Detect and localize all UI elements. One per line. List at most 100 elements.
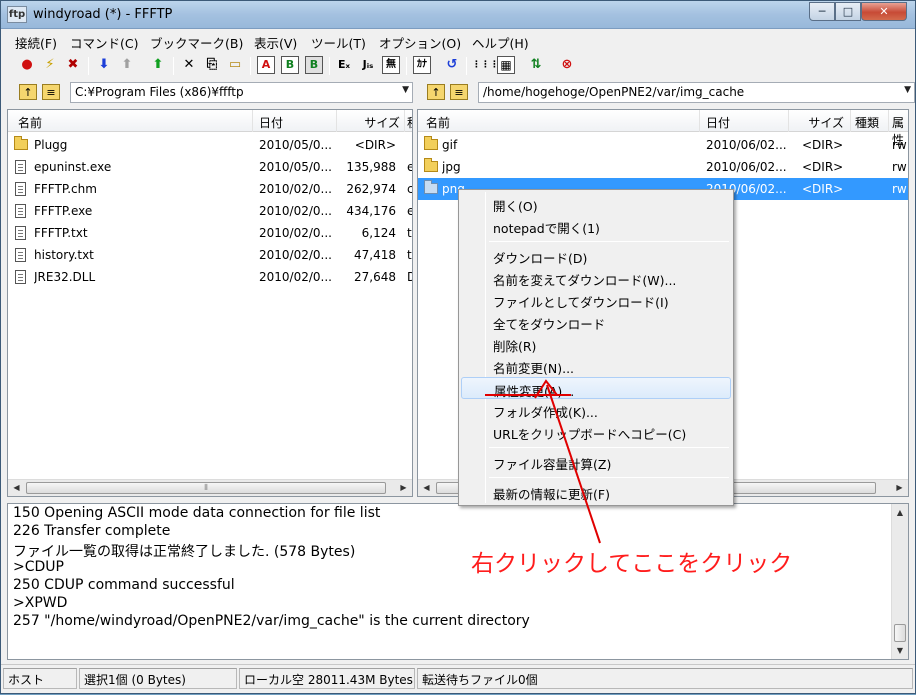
- col-type[interactable]: 種: [407, 114, 412, 131]
- menu-command[interactable]: コマンド(C): [70, 33, 138, 52]
- remote-path-text: /home/hogehoge/OpenPNE2/var/img_cache: [483, 85, 745, 99]
- table-row[interactable]: Plugg 2010/05/0... <DIR>: [8, 134, 412, 156]
- kanji-euc-icon[interactable]: Eₓ: [334, 55, 354, 75]
- menu-options[interactable]: オプション(O): [379, 33, 461, 52]
- file-date: 2010/05/0...: [259, 160, 332, 174]
- ascii-mode-icon[interactable]: A: [257, 56, 275, 74]
- ctx-download-rename[interactable]: 名前を変えてダウンロード(W)...: [461, 267, 731, 289]
- file-date: 2010/05/0...: [259, 138, 332, 152]
- scroll-left-icon[interactable]: ◀: [418, 480, 435, 496]
- menu-connect[interactable]: 接続(F): [15, 33, 57, 52]
- menu-help[interactable]: ヘルプ(H): [472, 33, 529, 52]
- disconnect-icon[interactable]: ✖: [63, 55, 83, 75]
- annotation-underline: [485, 394, 571, 396]
- ctx-download-as-file[interactable]: ファイルとしてダウンロード(I): [461, 289, 731, 311]
- col-date[interactable]: 日付: [259, 114, 283, 131]
- column-divider[interactable]: [888, 110, 889, 132]
- local-file-list[interactable]: 名前 日付 サイズ 種 Plugg 2010/05/0... <DIR> epunin…: [7, 109, 413, 497]
- list-view-icon[interactable]: ⋮⋮⋮: [472, 55, 499, 75]
- kana-convert-icon[interactable]: ｶﾅ: [413, 56, 431, 74]
- column-divider[interactable]: [252, 110, 253, 132]
- download-icon[interactable]: ⬇: [94, 55, 114, 75]
- ctx-download[interactable]: ダウンロード(D): [461, 245, 731, 267]
- scroll-down-icon[interactable]: ▼: [892, 642, 908, 659]
- scroll-thumb[interactable]: [894, 624, 906, 642]
- local-open-folder-icon[interactable]: ≡: [42, 84, 60, 100]
- ctx-refresh[interactable]: 最新の情報に更新(F): [461, 481, 731, 503]
- binary-mode-icon[interactable]: B: [281, 56, 299, 74]
- menu-bookmark[interactable]: ブックマーク(B): [150, 33, 243, 52]
- file-name: FFFTP.txt: [34, 226, 88, 240]
- sync-icon[interactable]: ⇅: [526, 55, 546, 75]
- table-row[interactable]: gif 2010/06/02... <DIR> rw: [418, 134, 908, 156]
- menu-separator: [489, 447, 729, 448]
- col-name[interactable]: 名前: [426, 114, 450, 131]
- column-divider[interactable]: [850, 110, 851, 132]
- maximize-button[interactable]: □: [835, 2, 861, 21]
- local-up-folder-icon[interactable]: ↑: [19, 84, 37, 100]
- kanji-jis-icon[interactable]: Jᵢₛ: [358, 55, 378, 75]
- col-size[interactable]: サイズ: [794, 114, 844, 131]
- menu-view[interactable]: 表示(V): [254, 33, 297, 52]
- menu-tools[interactable]: ツール(T): [311, 33, 366, 52]
- make-folder-icon[interactable]: ▭: [225, 55, 245, 75]
- column-divider[interactable]: [336, 110, 337, 132]
- chevron-down-icon[interactable]: ▼: [904, 85, 911, 95]
- mirror-upload-icon[interactable]: ⬆: [148, 55, 168, 75]
- col-kind[interactable]: 種類: [855, 114, 879, 131]
- ctx-open-notepad[interactable]: notepadで開く(1): [461, 215, 731, 237]
- file-type: t: [407, 226, 412, 240]
- detail-view-icon[interactable]: ▦: [497, 56, 515, 74]
- status-host: ホスト: [3, 668, 77, 689]
- table-row[interactable]: JRE32.DLL 2010/02/0... 27,648 D: [8, 266, 412, 288]
- file-type: e: [407, 204, 412, 218]
- scroll-left-icon[interactable]: ◀: [8, 480, 25, 496]
- refresh-icon[interactable]: ↺: [442, 55, 462, 75]
- rename-icon[interactable]: ⎘: [202, 55, 222, 75]
- local-horizontal-scrollbar[interactable]: ◀ ⦀ ▶: [8, 479, 412, 496]
- quick-connect-icon[interactable]: ⚡: [40, 55, 60, 75]
- col-name[interactable]: 名前: [18, 114, 42, 131]
- table-row[interactable]: history.txt 2010/02/0... 47,418 t: [8, 244, 412, 266]
- log-vertical-scrollbar[interactable]: ▲ ▼: [891, 504, 908, 659]
- log-panel[interactable]: 150 Opening ASCII mode data connection f…: [7, 503, 909, 660]
- stop-icon[interactable]: ⊗: [557, 55, 577, 75]
- ctx-delete[interactable]: 削除(R): [461, 333, 731, 355]
- kanji-none-icon[interactable]: 無: [382, 56, 400, 74]
- col-size[interactable]: サイズ: [344, 114, 400, 131]
- scroll-up-icon[interactable]: ▲: [892, 504, 908, 521]
- upload-icon[interactable]: ⬆: [117, 55, 137, 75]
- remote-up-folder-icon[interactable]: ↑: [427, 84, 445, 100]
- ctx-open[interactable]: 開く(O): [461, 193, 731, 215]
- column-divider[interactable]: [788, 110, 789, 132]
- delete-icon[interactable]: ✕: [179, 55, 199, 75]
- ctx-download-all[interactable]: 全てをダウンロード: [461, 311, 731, 333]
- table-row[interactable]: FFFTP.chm 2010/02/0... 262,974 c: [8, 178, 412, 200]
- ctx-make-folder[interactable]: フォルダ作成(K)...: [461, 399, 731, 421]
- ctx-calc-size[interactable]: ファイル容量計算(Z): [461, 451, 731, 473]
- file-attr: rw: [892, 160, 907, 174]
- remote-path-combo[interactable]: /home/hogehoge/OpenPNE2/var/img_cache ▼: [478, 82, 915, 103]
- scroll-right-icon[interactable]: ▶: [891, 480, 908, 496]
- minimize-button[interactable]: ─: [809, 2, 835, 21]
- scroll-right-icon[interactable]: ▶: [395, 480, 412, 496]
- table-row[interactable]: FFFTP.exe 2010/02/0... 434,176 e: [8, 200, 412, 222]
- remote-open-folder-icon[interactable]: ≡: [450, 84, 468, 100]
- scroll-thumb[interactable]: ⦀: [26, 482, 386, 494]
- local-path-combo[interactable]: C:¥Program Files (x86)¥ffftp ▼: [70, 82, 413, 103]
- connect-icon[interactable]: ●: [17, 55, 37, 75]
- toolbar-separator: [88, 57, 89, 75]
- auto-mode-icon[interactable]: B: [305, 56, 323, 74]
- file-date: 2010/06/02...: [706, 138, 786, 152]
- table-row[interactable]: FFFTP.txt 2010/02/0... 6,124 t: [8, 222, 412, 244]
- column-divider[interactable]: [699, 110, 700, 132]
- column-divider[interactable]: [404, 110, 405, 132]
- table-row[interactable]: jpg 2010/06/02... <DIR> rw: [418, 156, 908, 178]
- close-button[interactable]: ✕: [861, 2, 907, 21]
- ctx-rename[interactable]: 名前変更(N)...: [461, 355, 731, 377]
- col-date[interactable]: 日付: [706, 114, 730, 131]
- chevron-down-icon[interactable]: ▼: [402, 85, 409, 95]
- table-row[interactable]: epuninst.exe 2010/05/0... 135,988 e: [8, 156, 412, 178]
- ctx-copy-url[interactable]: URLをクリップボードへコピー(C): [461, 421, 731, 443]
- title-bar[interactable]: ftp windyroad (*) - FFFTP ─ □ ✕: [1, 1, 915, 29]
